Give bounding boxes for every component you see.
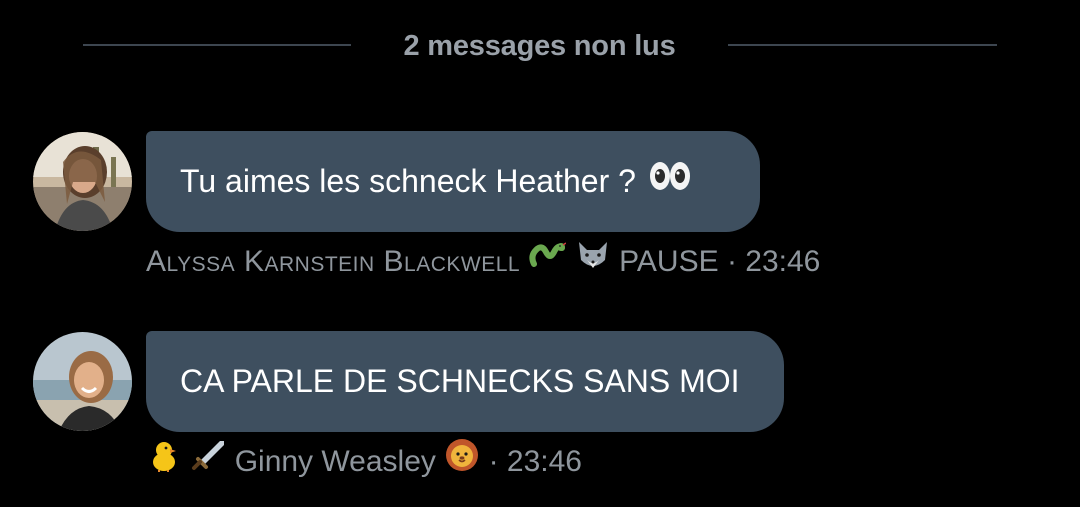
message-text: Tu aimes les schneck Heather ? xyxy=(180,163,636,199)
unread-divider: 2 messages non lus xyxy=(0,22,1080,70)
unread-divider-label: 2 messages non lus xyxy=(403,30,676,62)
message-bubble[interactable]: Tu aimes les schneck Heather ? xyxy=(146,131,760,232)
snake-icon xyxy=(528,238,567,283)
eyes-emoji-icon xyxy=(649,130,691,231)
author-name[interactable]: Ginny Weasley xyxy=(235,445,436,478)
author-name[interactable]: Alyssa Karnstein Blackwell xyxy=(146,245,520,278)
message-meta: Ginny Weasley · 23:46 xyxy=(146,438,582,482)
meta-separator: · xyxy=(488,445,499,478)
sword-icon xyxy=(190,438,226,483)
message-meta: Alyssa Karnstein Blackwell PAUSE · 23:46 xyxy=(146,241,821,282)
status-text: PAUSE xyxy=(619,245,719,278)
lion-icon xyxy=(444,438,480,483)
meta-separator: · xyxy=(726,245,737,278)
avatar[interactable] xyxy=(33,332,132,431)
timestamp: 23:46 xyxy=(745,245,821,278)
wolf-icon xyxy=(575,238,611,283)
chick-icon xyxy=(146,438,182,483)
divider-line-left xyxy=(83,44,351,46)
chat-view: 2 messages non lus Tu aimes les schneck … xyxy=(0,0,1080,507)
timestamp: 23:46 xyxy=(506,445,582,478)
message-text: CA PARLE DE SCHNECKS SANS MOI xyxy=(180,363,740,399)
divider-line-right xyxy=(728,44,997,46)
message-bubble[interactable]: CA PARLE DE SCHNECKS SANS MOI xyxy=(146,331,784,432)
avatar[interactable] xyxy=(33,132,132,231)
